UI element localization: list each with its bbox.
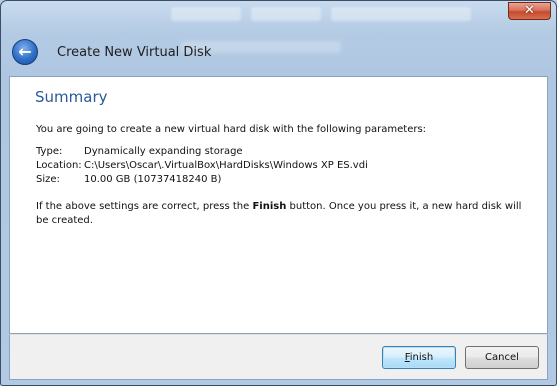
finish-label-rest: inish: [409, 352, 434, 363]
window-title: Create New Virtual Disk: [57, 45, 212, 60]
close-icon: ✕: [524, 3, 535, 18]
param-row-location: Location: C:\Users\Oscar\.VirtualBox\Hard…: [36, 159, 368, 173]
blurred-background: [141, 5, 481, 23]
intro-text: You are going to create a new virtual ha…: [36, 124, 427, 135]
param-value: 10.00 GB (10737418240 B): [84, 174, 222, 185]
page-heading: Summary: [35, 88, 108, 106]
note-before: If the above settings are correct, press…: [36, 201, 253, 212]
back-button[interactable]: ←: [12, 39, 38, 65]
wizard-window: ✕ ← Create New Virtual Disk Summary You …: [0, 0, 557, 386]
param-value: Dynamically expanding storage: [84, 146, 243, 157]
parameters-list: Type: Dynamically expanding storage Locat…: [36, 145, 368, 187]
back-arrow-icon: ←: [18, 42, 32, 61]
param-value: C:\Users\Oscar\.VirtualBox\HardDisks\Win…: [84, 160, 368, 171]
finish-button[interactable]: Finish: [382, 346, 456, 369]
param-row-size: Size: 10.00 GB (10737418240 B): [36, 173, 368, 187]
param-label: Type:: [36, 146, 63, 157]
note-bold: Finish: [252, 201, 287, 212]
close-button[interactable]: ✕: [508, 2, 551, 20]
button-bar: Finish Cancel: [9, 334, 548, 380]
cancel-button[interactable]: Cancel: [465, 346, 539, 369]
param-row-type: Type: Dynamically expanding storage: [36, 145, 368, 159]
param-label: Location:: [36, 160, 82, 171]
content-panel: Summary You are going to create a new vi…: [9, 76, 548, 334]
param-label: Size:: [36, 174, 60, 185]
confirmation-note: If the above settings are correct, press…: [36, 200, 536, 228]
